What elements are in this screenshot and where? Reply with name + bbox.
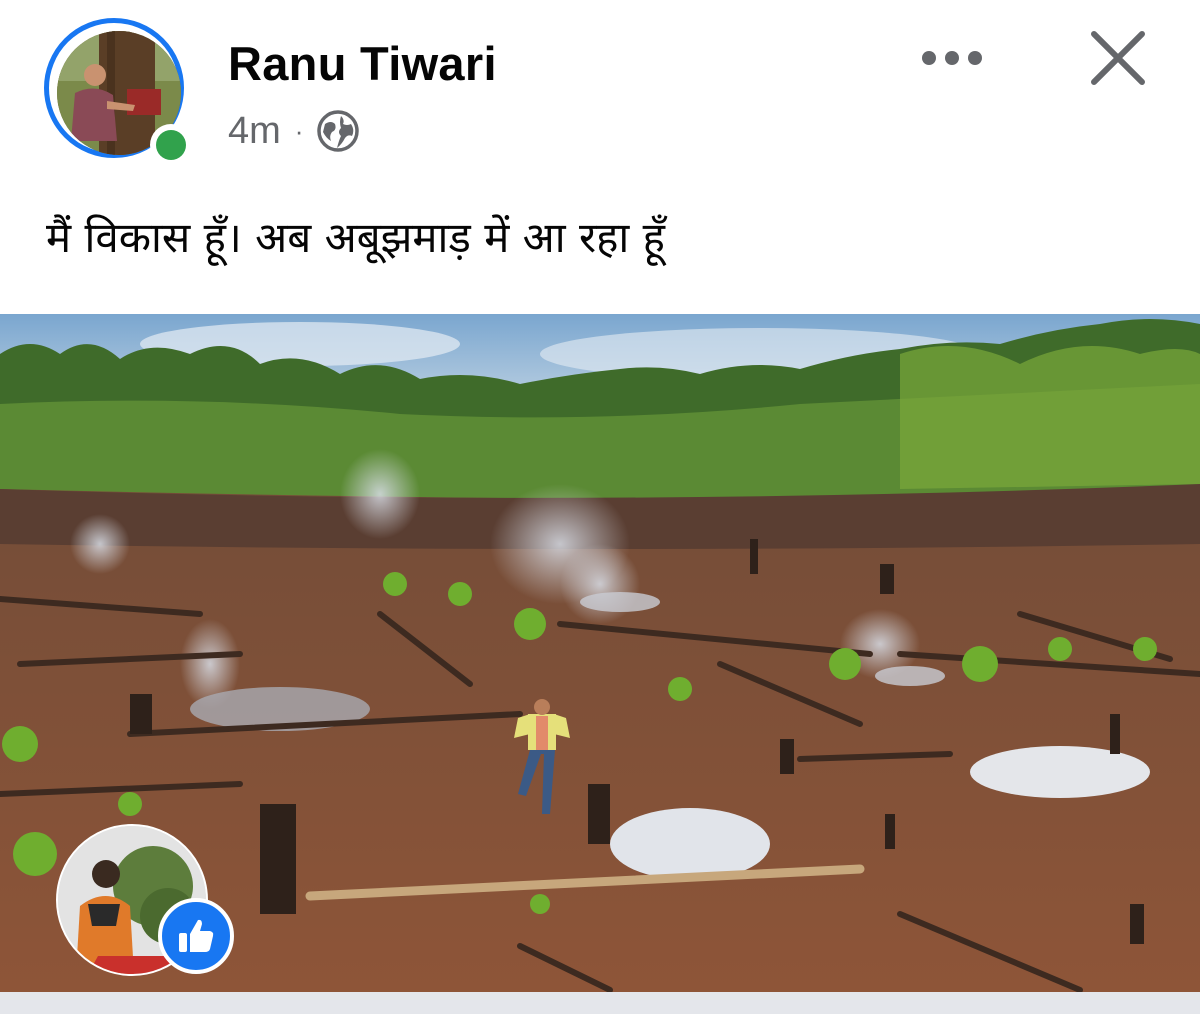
close-button[interactable] bbox=[1086, 26, 1150, 90]
post-divider bbox=[0, 992, 1200, 1014]
globe-icon[interactable] bbox=[315, 108, 361, 154]
author-name[interactable]: Ranu Tiwari bbox=[228, 36, 497, 91]
thumbs-up-icon bbox=[179, 919, 214, 952]
post-meta: 4m · bbox=[228, 108, 361, 154]
close-icon bbox=[1091, 31, 1145, 85]
more-options-button[interactable] bbox=[914, 30, 990, 86]
more-horizontal-icon bbox=[922, 51, 982, 65]
post-caption: मैं विकास हूँ। अब अबूझमाड़ में आ रहा हूँ bbox=[46, 213, 665, 262]
online-status-indicator bbox=[150, 124, 192, 166]
meta-separator: · bbox=[294, 115, 304, 146]
post-header: Ranu Tiwari 4m · bbox=[0, 0, 1200, 185]
post-time[interactable]: 4m bbox=[228, 110, 281, 153]
like-reaction-badge[interactable] bbox=[158, 898, 234, 974]
